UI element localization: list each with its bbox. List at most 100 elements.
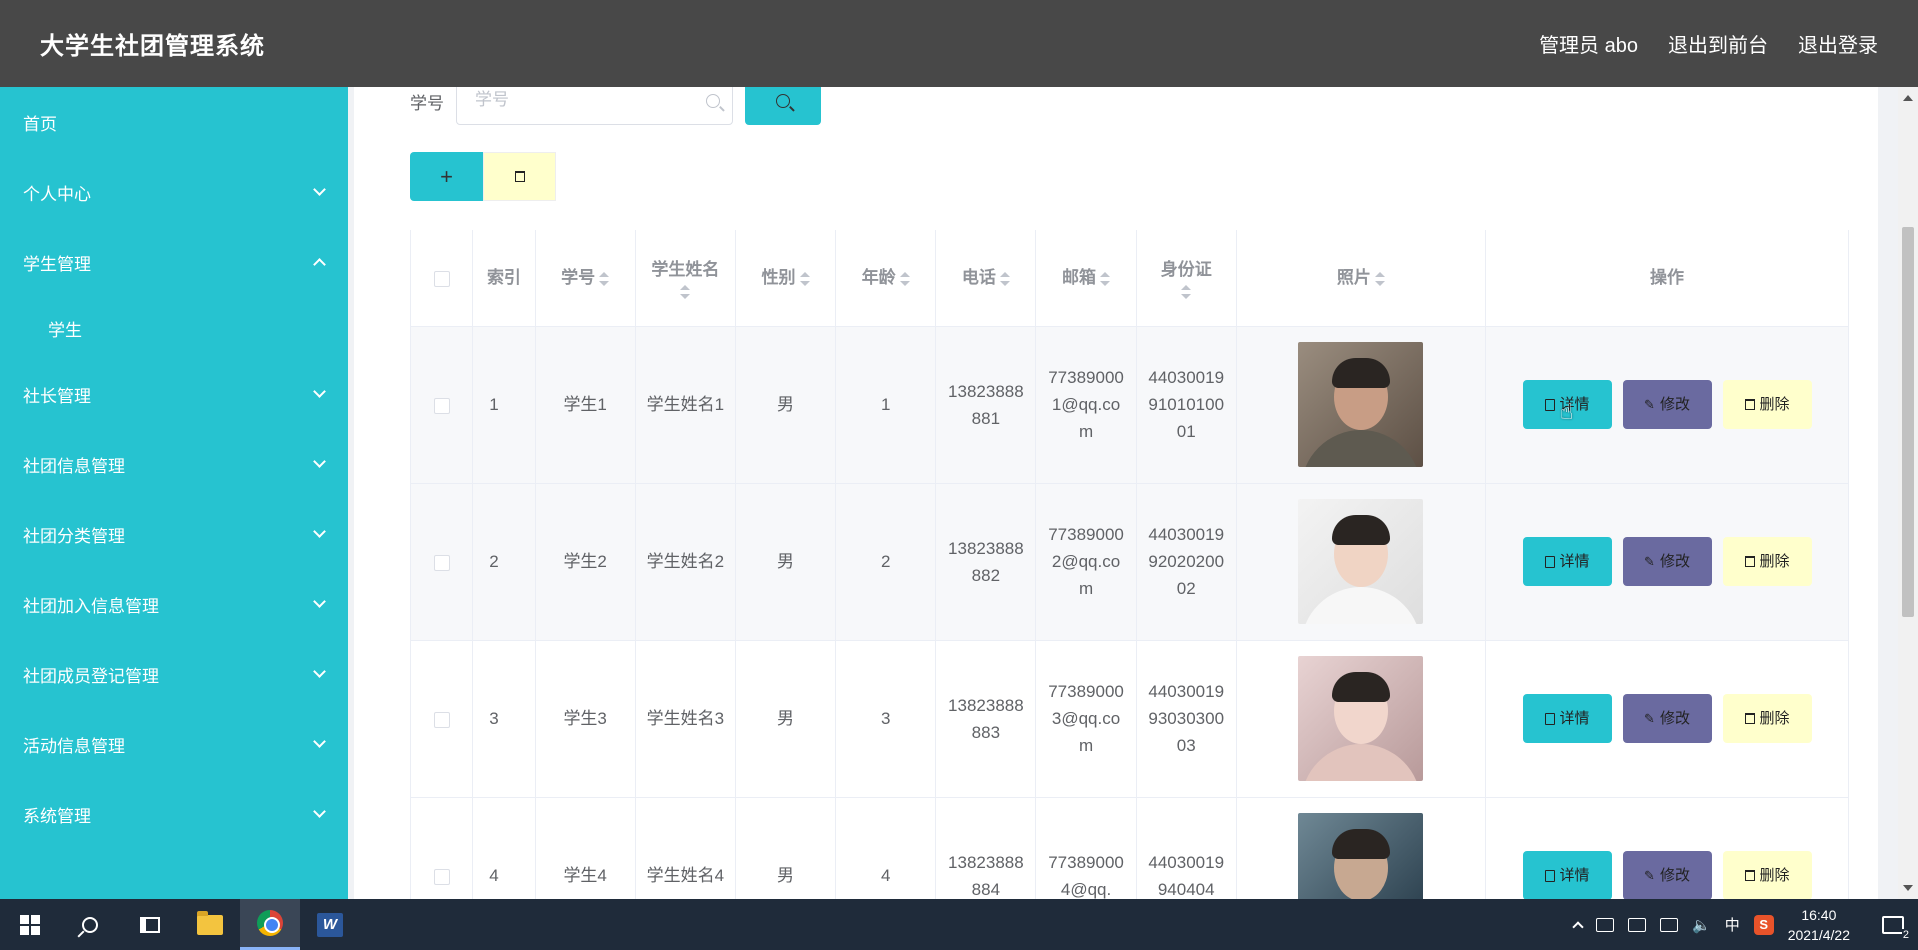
task-view-button[interactable]: [120, 899, 180, 950]
sort-icon[interactable]: [1100, 271, 1111, 286]
sidebar-item-label: 社团成员登记管理: [23, 666, 159, 686]
page-scrollbar[interactable]: [1898, 87, 1918, 899]
exit-to-frontend-link[interactable]: 退出到前台: [1668, 29, 1768, 58]
cell-index: 2: [472, 483, 536, 641]
scroll-down-arrow-icon[interactable]: [1903, 885, 1913, 891]
word-button[interactable]: W: [300, 899, 360, 950]
cell-actions: 详情 ✎ 修改 删除: [1485, 326, 1849, 484]
edit-button[interactable]: ✎ 修改: [1622, 851, 1712, 899]
sidebar-item-club-join-management[interactable]: 社团加入信息管理: [0, 569, 348, 639]
column-header-age[interactable]: 年龄: [835, 230, 937, 327]
sort-icon[interactable]: [680, 285, 691, 300]
cell-name: 学生姓名1: [635, 326, 736, 484]
student-photo: [1298, 656, 1424, 781]
cell-age: 4: [835, 797, 937, 899]
row-checkbox[interactable]: [433, 711, 450, 728]
chrome-button[interactable]: [240, 899, 300, 950]
sort-icon[interactable]: [599, 271, 610, 286]
select-all-checkbox[interactable]: [433, 270, 450, 287]
table-header-row: 索引 学号 学生姓名 性别 年龄 电话 邮箱 身份证 照片 操作: [410, 230, 1849, 327]
taskbar-search-button[interactable]: [60, 899, 120, 950]
sidebar-item-member-registration-management[interactable]: 社团成员登记管理: [0, 639, 348, 709]
batch-delete-button[interactable]: [483, 152, 556, 201]
cell-phone: 13823888881: [935, 326, 1037, 484]
delete-button[interactable]: 删除: [1722, 380, 1812, 429]
toolbar: +: [410, 152, 556, 201]
sort-icon[interactable]: [899, 271, 910, 286]
detail-button[interactable]: 详情: [1522, 694, 1612, 743]
edit-button[interactable]: ✎ 修改: [1622, 694, 1712, 743]
sort-icon[interactable]: [799, 271, 810, 286]
cell-phone: 13823888884: [935, 797, 1037, 899]
scrollbar-thumb[interactable]: [1902, 227, 1914, 617]
sort-icon[interactable]: [999, 271, 1010, 286]
cell-id-card: 440300199101010001: [1136, 326, 1237, 484]
cell-actions: 详情 ✎ 修改 删除: [1485, 640, 1849, 798]
delete-button[interactable]: 删除: [1722, 851, 1812, 899]
sidebar-item-label: 社团分类管理: [23, 526, 125, 546]
detail-button[interactable]: 详情: [1522, 537, 1612, 586]
sidebar-item-student-management[interactable]: 学生管理: [0, 227, 348, 297]
row-checkbox[interactable]: [433, 554, 450, 571]
sidebar-item-activity-management[interactable]: 活动信息管理: [0, 709, 348, 779]
sidebar-item-system-management[interactable]: 系统管理: [0, 779, 348, 849]
sogou-input-icon[interactable]: S: [1753, 914, 1774, 935]
sidebar-item-label: 社团加入信息管理: [23, 596, 159, 616]
main-content: 学号 + 索引 学号 学: [348, 87, 1898, 899]
column-header-photo[interactable]: 照片: [1236, 230, 1487, 327]
trash-icon: [1744, 870, 1755, 881]
sidebar-item-personal-center[interactable]: 个人中心: [0, 157, 348, 227]
volume-icon[interactable]: 🔈: [1692, 916, 1711, 934]
cell-photo: [1236, 797, 1487, 899]
detail-button[interactable]: 详情: [1522, 851, 1612, 899]
sidebar-item-club-category-management[interactable]: 社团分类管理: [0, 499, 348, 569]
column-header-student-no[interactable]: 学号: [535, 230, 636, 327]
windows-logo-icon: [20, 914, 40, 935]
sort-icon[interactable]: [1374, 271, 1385, 286]
sidebar-subitem-student[interactable]: 学生: [0, 297, 348, 359]
delete-button[interactable]: 删除: [1722, 537, 1812, 586]
row-checkbox[interactable]: [433, 868, 450, 885]
trash-icon: [514, 171, 525, 182]
file-explorer-button[interactable]: [180, 899, 240, 950]
sort-icon[interactable]: [1181, 285, 1192, 300]
logout-link[interactable]: 退出登录: [1798, 29, 1878, 58]
sidebar-item-club-info-management[interactable]: 社团信息管理: [0, 429, 348, 499]
column-header-id-card[interactable]: 身份证: [1136, 230, 1237, 327]
sidebar-item-label: 活动信息管理: [23, 736, 125, 756]
battery-icon[interactable]: [1628, 917, 1646, 932]
delete-button[interactable]: 删除: [1722, 694, 1812, 743]
cell-gender: 男: [735, 640, 837, 798]
edit-button[interactable]: ✎ 修改: [1622, 380, 1712, 429]
chevron-down-icon: [313, 525, 326, 538]
clock[interactable]: 16:40 2021/4/22: [1788, 905, 1850, 945]
system-tray: 🔈 中 S 16:40 2021/4/22 2: [1572, 905, 1918, 945]
chevron-down-icon: [313, 455, 326, 468]
notification-center-icon[interactable]: 2: [1882, 915, 1910, 941]
column-header-name[interactable]: 学生姓名: [635, 230, 736, 327]
column-header-phone[interactable]: 电话: [935, 230, 1037, 327]
start-button[interactable]: [0, 899, 60, 950]
show-hidden-icons-icon[interactable]: [1572, 920, 1584, 933]
pencil-icon: ✎: [1644, 397, 1655, 412]
row-checkbox[interactable]: [433, 397, 450, 414]
add-button[interactable]: +: [410, 152, 483, 201]
qq-icon[interactable]: [1596, 917, 1614, 932]
column-header-gender[interactable]: 性别: [735, 230, 837, 327]
sidebar-item-president-management[interactable]: 社长管理: [0, 359, 348, 429]
search-button[interactable]: [745, 87, 821, 125]
admin-user-link[interactable]: 管理员 abo: [1539, 29, 1638, 58]
sidebar-item-home[interactable]: 首页: [0, 87, 348, 157]
scroll-up-arrow-icon[interactable]: [1903, 95, 1913, 101]
network-icon[interactable]: [1660, 917, 1678, 932]
sidebar-item-label: 学生管理: [23, 254, 91, 274]
edit-button[interactable]: ✎ 修改: [1622, 537, 1712, 586]
column-header-email[interactable]: 邮箱: [1035, 230, 1137, 327]
trash-icon: [1744, 399, 1755, 410]
ime-indicator[interactable]: 中: [1725, 914, 1740, 935]
cell-id-card: 440300199202020002: [1136, 483, 1237, 641]
cell-name: 学生姓名3: [635, 640, 736, 798]
cell-id-card: 440300199303030003: [1136, 640, 1237, 798]
cell-actions: 详情 ✎ 修改 删除: [1485, 797, 1849, 899]
student-no-search-input[interactable]: [457, 87, 687, 122]
